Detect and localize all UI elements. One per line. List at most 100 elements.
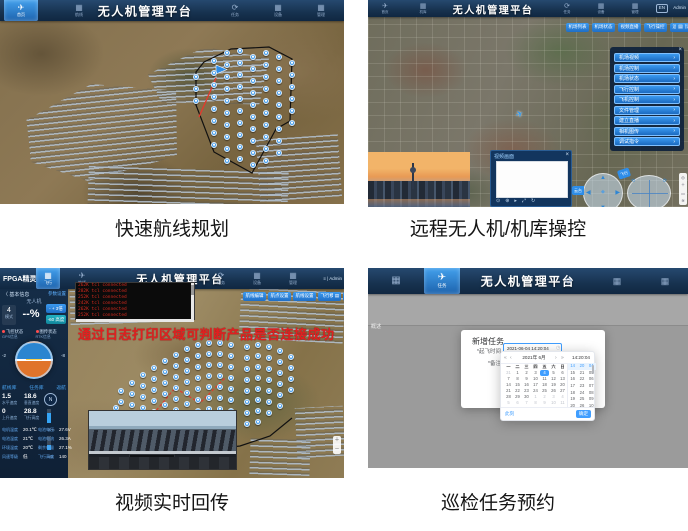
waypoint-marker[interactable] (244, 421, 250, 427)
waypoint-marker[interactable] (255, 419, 261, 425)
waypoint-marker[interactable] (184, 401, 190, 407)
control-menu-item[interactable]: 文件管理› (614, 106, 680, 115)
nav-tab-1[interactable]: ▦设备 (242, 268, 272, 289)
waypoint-marker[interactable] (211, 70, 217, 76)
waypoint-marker[interactable] (162, 380, 168, 386)
calendar-day[interactable]: 8 (531, 400, 540, 406)
waypoint-marker[interactable] (266, 388, 272, 394)
map-toolbar-button[interactable]: 飞行操控 (644, 23, 667, 32)
waypoint-marker[interactable] (255, 364, 261, 370)
waypoint-marker[interactable] (276, 66, 282, 72)
waypoint-marker[interactable] (211, 118, 217, 124)
waypoint-marker[interactable] (206, 362, 212, 368)
waypoint-marker[interactable] (263, 50, 269, 56)
waypoint-marker[interactable] (244, 377, 250, 383)
waypoint-marker[interactable] (151, 376, 157, 382)
calendar-day[interactable]: 9 (540, 400, 549, 406)
waypoint-marker[interactable] (250, 162, 256, 168)
waypoint-marker[interactable] (224, 62, 230, 68)
locate-icon[interactable]: ◎ (681, 175, 685, 180)
waypoint-marker[interactable] (173, 374, 179, 380)
waypoint-marker[interactable] (250, 66, 256, 72)
confirm-button[interactable]: 确定 (576, 410, 591, 418)
time-option[interactable]: 24 (577, 390, 586, 397)
map-toolbar-button[interactable]: 保存设置 (343, 292, 344, 301)
log-hscrollbar[interactable] (76, 319, 194, 322)
waypoint-marker[interactable] (224, 98, 230, 104)
map-toolbar-button[interactable]: 航线设置 (293, 292, 316, 301)
video-tool-icon[interactable]: ⤢ (522, 198, 526, 204)
waypoint-marker[interactable] (184, 357, 190, 363)
waypoint-marker[interactable] (195, 397, 201, 403)
waypoint-marker[interactable] (206, 373, 212, 379)
measure-icon[interactable]: ▭ (681, 191, 685, 196)
video-thumbnail-city[interactable] (368, 152, 470, 207)
nav-tab-1[interactable]: ▦航线 (62, 0, 96, 21)
waypoint-marker[interactable] (289, 108, 295, 114)
waypoint-marker[interactable] (237, 72, 243, 78)
control-menu-item[interactable]: 机场控制› (614, 64, 680, 73)
close-icon[interactable]: × (678, 47, 682, 53)
waypoint-marker[interactable] (224, 86, 230, 92)
nav-tab-0[interactable]: ▦ (378, 268, 414, 294)
waypoint-marker[interactable] (237, 132, 243, 138)
map-toolbar-button[interactable]: 视频直播 (618, 23, 641, 32)
nav-tab-2[interactable]: ▦管理 (304, 0, 338, 21)
video-tool-icon[interactable]: ▸ (514, 198, 517, 204)
waypoint-marker[interactable] (195, 375, 201, 381)
waypoint-marker[interactable] (244, 399, 250, 405)
rotate-cw-icon[interactable]: ⟳ (663, 178, 667, 184)
map-toolbar-button[interactable]: 航线编辑 (243, 292, 266, 301)
time-option[interactable]: 09 (587, 396, 596, 403)
waypoint-marker[interactable] (193, 74, 199, 80)
arrow-right-icon[interactable]: ▶ (615, 189, 620, 196)
calendar-day[interactable]: 7 (522, 400, 531, 406)
waypoint-marker[interactable] (255, 386, 261, 392)
waypoint-marker[interactable] (276, 78, 282, 84)
waypoint-marker[interactable] (228, 386, 234, 392)
waypoint-marker[interactable] (118, 388, 124, 394)
waypoint-marker[interactable] (276, 150, 282, 156)
multiplier-button[interactable]: - + 3倍 (46, 304, 66, 313)
waypoint-marker[interactable] (224, 74, 230, 80)
waypoint-marker[interactable] (184, 379, 190, 385)
map-toolbar-button[interactable]: 机场状态 (592, 23, 615, 32)
waypoint-marker[interactable] (255, 353, 261, 359)
control-menu-item[interactable]: 相机图传› (614, 127, 680, 136)
now-link[interactable]: 此刻 (505, 411, 514, 417)
waypoint-marker[interactable] (276, 90, 282, 96)
waypoint-marker[interactable] (224, 146, 230, 152)
calendar-day[interactable]: 11 (558, 400, 567, 406)
time-title[interactable]: 14:20:04 (568, 355, 594, 360)
waypoint-marker[interactable] (255, 375, 261, 381)
video-tool-icon[interactable]: ⊕ (505, 198, 509, 204)
waypoint-marker[interactable] (237, 60, 243, 66)
waypoint-marker[interactable] (289, 120, 295, 126)
waypoint-marker[interactable] (217, 384, 223, 390)
language-badge[interactable]: EN (656, 4, 668, 13)
waypoint-marker[interactable] (255, 397, 261, 403)
nav-tab-0[interactable]: ⟳任务 (218, 0, 252, 21)
waypoint-marker[interactable] (277, 370, 283, 376)
waypoint-marker[interactable] (129, 402, 135, 408)
waypoint-marker[interactable] (250, 54, 256, 60)
time-option[interactable]: 23 (577, 383, 586, 390)
time-option[interactable]: 25 (577, 396, 586, 403)
waypoint-marker[interactable] (277, 403, 283, 409)
waypoint-marker[interactable] (224, 110, 230, 116)
waypoint-marker[interactable] (289, 72, 295, 78)
nav-tab-2[interactable]: ▦管理 (622, 0, 648, 17)
nav-tab-0[interactable]: ✈首页 (4, 0, 38, 21)
waypoint-marker[interactable] (263, 158, 269, 164)
joystick-pad-right[interactable]: ⟲ ⟳ (627, 175, 671, 207)
waypoint-marker[interactable] (276, 54, 282, 60)
waypoint-marker[interactable] (140, 372, 146, 378)
time-option[interactable]: 17 (568, 383, 577, 390)
satellite-map-city[interactable]: ✈ 机场列表机场状态视频直播飞行操控远程调试 ▤ × 机场视频›机场控制›机场状… (368, 17, 688, 207)
waypoint-marker[interactable] (140, 383, 146, 389)
waypoint-marker[interactable] (129, 391, 135, 397)
nav-tab-1[interactable]: ▦机库 (410, 0, 436, 17)
nav-tab-0[interactable]: ▦飞行 (36, 268, 60, 289)
waypoint-marker[interactable] (195, 353, 201, 359)
waypoint-marker[interactable] (237, 48, 243, 54)
